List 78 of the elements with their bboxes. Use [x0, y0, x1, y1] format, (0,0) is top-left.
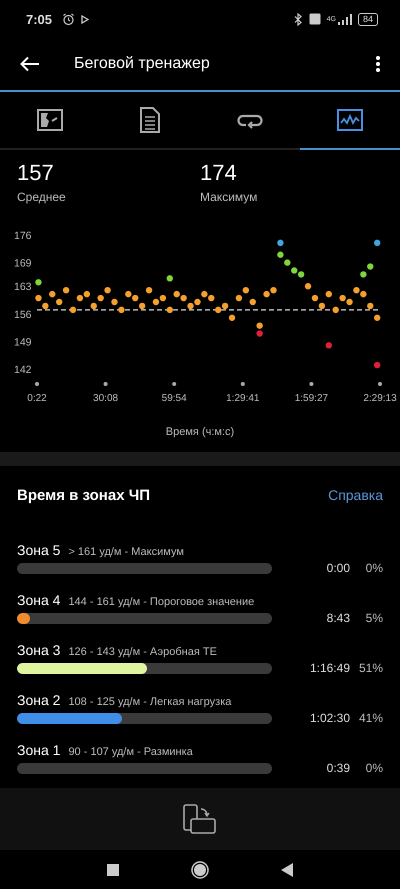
data-point [166, 306, 173, 314]
zone-name: Зона 1 [17, 742, 60, 758]
chart-icon [337, 109, 363, 131]
zone-percent: 5% [364, 611, 383, 625]
data-point [35, 279, 42, 286]
more-menu-icon[interactable] [375, 55, 381, 73]
data-point [332, 306, 339, 314]
y-axis-label: 176 [14, 230, 32, 242]
data-point [146, 286, 152, 294]
signal-icon [338, 14, 352, 24]
data-point [326, 290, 332, 298]
data-point [228, 314, 236, 321]
zone-range: > 161 уд/м - Максимум [68, 546, 184, 558]
x-tick-dot [172, 382, 176, 386]
zone-range: 144 - 161 уд/м - Пороговое значение [68, 596, 254, 608]
rotate-screen-icon[interactable] [183, 804, 217, 834]
screen-title: Беговой тренажер [74, 55, 210, 73]
data-point [277, 240, 284, 246]
x-axis-title: Время (ч:м:с) [166, 426, 234, 438]
x-axis-label: 1:59:27 [294, 393, 328, 404]
zone-percent: 0% [364, 761, 383, 775]
data-point [250, 298, 256, 306]
zone-name: Зона 4 [17, 592, 60, 608]
help-link[interactable]: Справка [328, 487, 383, 503]
y-axis-label: 142 [14, 364, 32, 376]
zone-percent: 0% [364, 561, 383, 575]
data-point [326, 342, 332, 349]
x-tick-dot [378, 382, 382, 386]
alarm-icon [62, 12, 76, 26]
zone-time: 0:39 [326, 761, 350, 775]
zone-range: 90 - 107 уд/м - Разминка [68, 746, 193, 758]
back-icon[interactable] [281, 862, 293, 876]
zone-name: Зона 3 [17, 642, 60, 658]
zone-percent: 41% [358, 711, 383, 725]
data-point [374, 362, 380, 368]
x-tick-dot [240, 382, 245, 386]
data-point [62, 286, 70, 294]
zone-time: 1:02:30 [308, 711, 350, 725]
zone-range: 108 - 125 уд/м - Легкая нагрузка [68, 696, 232, 708]
map-icon [37, 109, 63, 131]
x-axis-label: 1:29:41 [226, 393, 260, 404]
x-axis-label: 2:29:13 [363, 393, 397, 404]
section-title: Время в зонах ЧП [17, 486, 150, 504]
zone-time: 0:00 [326, 561, 350, 575]
zone-percent: 51% [358, 661, 383, 675]
home-icon[interactable] [191, 860, 209, 878]
status-time: 7:05 [26, 12, 52, 26]
x-tick-dot [104, 382, 108, 386]
data-point [166, 275, 173, 282]
stat-value: 174 [200, 160, 238, 186]
zone-range: 126 - 143 уд/м - Аэробная ТЕ [68, 646, 217, 658]
play-icon [81, 14, 90, 24]
bluetooth-icon [294, 12, 303, 26]
x-axis-label: 59:54 [162, 393, 187, 404]
y-axis-label: 149 [14, 336, 32, 348]
x-tick-dot [309, 382, 314, 386]
y-axis-label: 163 [14, 281, 32, 294]
x-axis-label: 30:08 [93, 393, 118, 404]
x-tick-dot [35, 382, 39, 386]
x-axis-label: 0:22 [27, 393, 47, 404]
stat-label: Среднее [17, 190, 67, 204]
back-arrow-icon[interactable] [20, 56, 40, 72]
zone-name: Зона 5 [17, 542, 60, 558]
data-point [374, 240, 380, 246]
data-point [304, 283, 312, 290]
document-icon [140, 107, 160, 133]
recents-icon[interactable] [107, 864, 119, 876]
data-point [374, 314, 380, 321]
y-axis-label: 169 [14, 258, 32, 270]
zone-time: 8:43 [326, 611, 350, 625]
battery-indicator: 84 [358, 12, 378, 26]
y-axis-label: 156 [14, 308, 32, 321]
data-point [367, 302, 374, 310]
data-point [70, 306, 76, 314]
zone-time: 1:16:49 [308, 661, 350, 675]
stat-label: Максимум [200, 190, 258, 204]
zone-name: Зона 2 [17, 692, 60, 708]
stat-value: 157 [17, 160, 55, 186]
